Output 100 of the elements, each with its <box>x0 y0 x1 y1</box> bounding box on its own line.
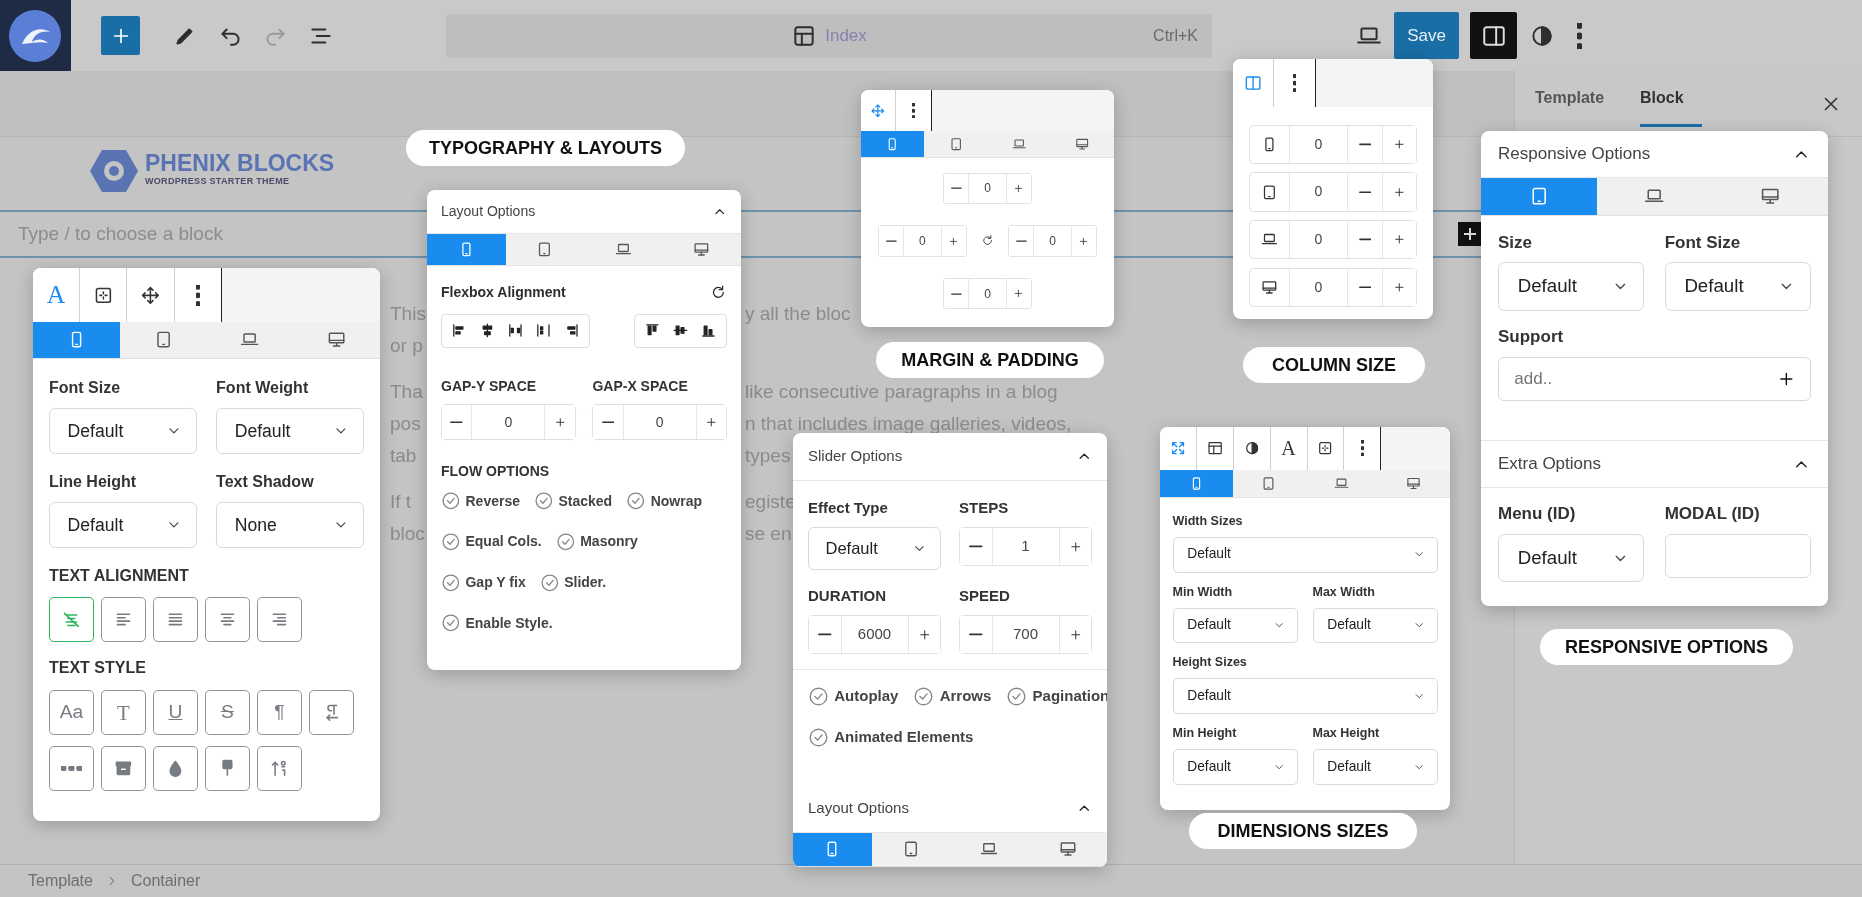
option-label: Stacked <box>558 491 613 511</box>
paragraph-text: bloc <box>390 522 425 544</box>
paragraph-text: y all the bloc <box>745 301 851 326</box>
field-label: Text Shadow <box>216 471 315 492</box>
field-label: GAP-Y SPACE <box>441 376 538 396</box>
stepper-value: 6000 <box>840 615 909 653</box>
option-label: Animated Elements <box>834 727 974 748</box>
paragraph-text: n that includes image galleries, videos, <box>745 411 1072 436</box>
select-field[interactable]: None <box>216 501 364 548</box>
number-stepper[interactable]: 1 <box>959 527 1092 566</box>
document-title: Index <box>825 24 867 47</box>
number-stepper[interactable]: 700 <box>959 614 1092 654</box>
text-style-button[interactable]: U <box>152 690 198 735</box>
number-stepper[interactable]: 6000 <box>808 614 941 654</box>
number-stepper[interactable]: 0 <box>878 225 967 257</box>
logo-tagline: WORDPRESS STARTER THEME <box>145 175 291 189</box>
select-field[interactable]: Default <box>1172 536 1438 573</box>
select-field[interactable]: Default <box>1172 607 1298 644</box>
text-style-button[interactable]: Aa <box>49 690 94 735</box>
section-heading: TEXT STYLE <box>49 658 147 679</box>
toolbar-button[interactable]: A <box>1270 427 1308 470</box>
input-field[interactable]: add.. <box>1498 356 1811 401</box>
caption-label: MARGIN & PADDING <box>876 342 1104 378</box>
select-field[interactable]: Default <box>49 501 197 548</box>
select-field[interactable]: Default <box>1312 607 1438 644</box>
field-label: Font Weight <box>216 378 310 399</box>
field-label: Min Height <box>1172 725 1238 742</box>
number-stepper[interactable]: 0 <box>592 403 727 441</box>
text-style-button[interactable]: T <box>101 690 146 735</box>
number-stepper[interactable]: 0 <box>1008 225 1097 257</box>
option-label: Nowrap <box>650 491 702 511</box>
stepper-value: 700 <box>991 615 1060 653</box>
number-stepper[interactable]: 0 <box>943 172 1032 204</box>
field-label: SPEED <box>959 585 1011 606</box>
field-label: Height Sizes <box>1172 654 1248 672</box>
field-label: Line Height <box>49 471 138 492</box>
stepper-value: 0 <box>903 226 942 256</box>
section-title[interactable]: Layout Options <box>808 797 909 820</box>
number-stepper[interactable]: 0 <box>943 278 1032 310</box>
stepper-value: 0 <box>968 279 1007 309</box>
field-label: STEPS <box>959 498 1010 518</box>
section-title[interactable]: Extra Options <box>1498 451 1601 477</box>
field-label: Font Size <box>1664 231 1742 254</box>
select-field[interactable]: Default <box>1498 533 1645 583</box>
option-label: Arrows <box>939 685 992 706</box>
stepper-value: 1 <box>991 528 1060 565</box>
option-label: Equal Cols. <box>465 532 542 552</box>
option-label: Autoplay <box>834 685 899 706</box>
stepper-value: 0 <box>1033 226 1072 256</box>
paragraph-text: or p <box>390 334 423 356</box>
number-stepper[interactable]: 0 <box>441 403 576 441</box>
field-label: Menu (ID) <box>1498 503 1577 526</box>
select-field[interactable]: Default <box>1498 262 1645 311</box>
field-label: Max Height <box>1312 725 1381 742</box>
paragraph-text: If t <box>390 490 412 512</box>
paragraph-text: tab <box>390 444 417 466</box>
select-field[interactable]: Default <box>49 408 197 454</box>
field-label: Width Sizes <box>1172 512 1244 530</box>
caption-label: DIMENSIONS SIZES <box>1189 813 1417 849</box>
field-label: Min Width <box>1172 583 1234 601</box>
select-field[interactable]: Default <box>216 408 364 454</box>
field-label: Font Size <box>49 378 122 399</box>
caption-label: COLUMN SIZE <box>1243 347 1425 383</box>
select-field[interactable]: Default <box>1172 749 1298 785</box>
field-label: Max Width <box>1312 583 1376 601</box>
paragraph-text: This <box>390 302 426 324</box>
save-button[interactable]: Save <box>1394 12 1459 59</box>
paragraph-text: pos <box>390 412 421 434</box>
section-heading: TEXT ALIGNMENT <box>49 565 190 586</box>
section-title[interactable]: Slider Options <box>808 445 903 468</box>
select-field[interactable]: Default <box>1172 678 1438 714</box>
option-label: Gap Y fix <box>465 572 526 592</box>
select-field[interactable]: Default <box>1312 749 1438 785</box>
field-label: DURATION <box>808 585 888 606</box>
stepper-value: 0 <box>622 404 697 440</box>
caption-label: TYPOGRAPHY & LAYOUTS <box>406 130 685 166</box>
sidebar-tab[interactable]: Block <box>1640 71 1702 127</box>
field-label: Effect Type <box>808 498 889 518</box>
select-field[interactable]: Default <box>808 527 941 570</box>
field-label: Size <box>1498 231 1534 254</box>
stepper-value: 0 <box>968 173 1007 203</box>
field-label: MODAL (ID) <box>1664 503 1761 526</box>
section-heading: Flexbox Alignment <box>441 282 566 302</box>
paragraph-text: like consecutive paragraphs in a blog <box>745 379 1058 404</box>
shortcut-hint: Ctrl+K <box>1153 25 1199 46</box>
paragraph-text: se en <box>745 521 792 546</box>
field-label: GAP-X SPACE <box>592 376 689 396</box>
section-title[interactable]: Layout Options <box>441 201 536 223</box>
select-field[interactable]: Default <box>1664 262 1811 311</box>
option-label: Reverse <box>465 491 520 511</box>
field-label: Support <box>1498 326 1565 349</box>
text-style-button[interactable]: S <box>204 690 250 735</box>
paragraph-text: types <box>745 443 791 468</box>
option-label: Slider. <box>564 572 607 592</box>
option-label: Enable Style. <box>465 613 553 633</box>
logo-title: PHENIX BLOCKS <box>145 152 335 176</box>
paragraph-text: Tha <box>390 380 423 402</box>
text-style-button[interactable]: ¶ <box>256 690 302 735</box>
section-title[interactable]: Responsive Options <box>1498 141 1651 167</box>
sidebar-tab[interactable]: Template <box>1535 71 1623 127</box>
